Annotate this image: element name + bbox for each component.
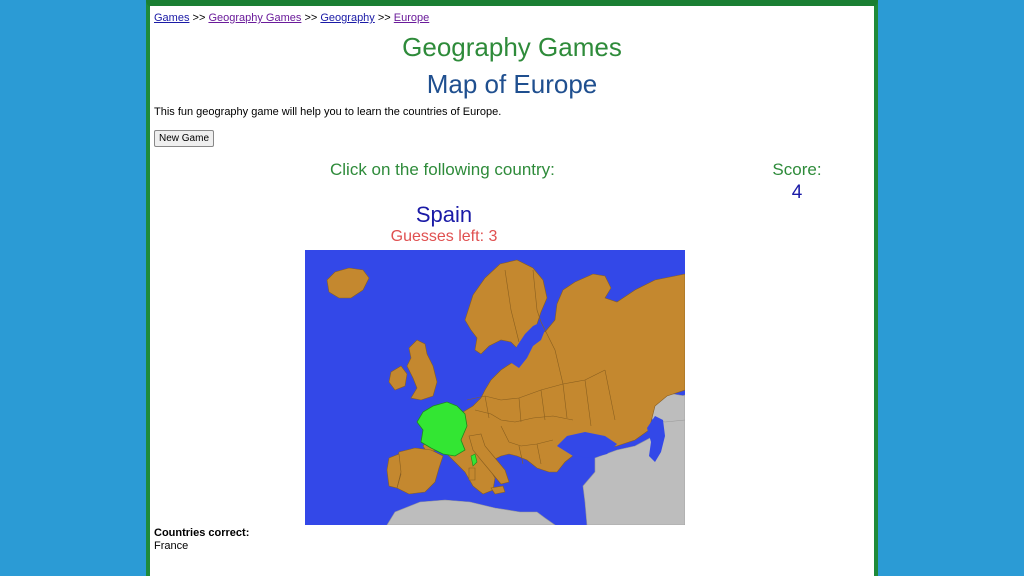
breadcrumb-link-games[interactable]: Games (154, 12, 189, 24)
target-country: Spain (415, 202, 473, 227)
breadcrumb-link-europe[interactable]: Europe (394, 12, 429, 24)
score-value: 4 (791, 182, 803, 203)
map-sardinia[interactable] (468, 467, 476, 481)
guesses-left: Guesses left: 3 (390, 228, 498, 245)
countries-correct-label: Countries correct: (154, 527, 250, 539)
score-label: Score: (772, 160, 822, 179)
page-title: Geography Games (402, 32, 622, 62)
europe-map[interactable] (305, 250, 685, 525)
intro-text: This fun geography game will help you to… (154, 106, 502, 118)
question-prompt: Click on the following country: (330, 160, 555, 179)
countries-correct-item: France (154, 540, 189, 552)
breadcrumb-link-geography-games[interactable]: Geography Games (208, 12, 301, 24)
breadcrumb-link-geography[interactable]: Geography (320, 12, 374, 24)
page-subtitle: Map of Europe (426, 69, 598, 99)
breadcrumb-separator: >> (377, 12, 391, 24)
breadcrumb-separator: >> (304, 12, 318, 24)
page-content: Games >> Geography Games >> Geography >>… (150, 6, 874, 576)
breadcrumb-separator: >> (192, 12, 206, 24)
new-game-button[interactable]: New Game (154, 130, 215, 147)
breadcrumb: Games >> Geography Games >> Geography >>… (154, 12, 429, 24)
